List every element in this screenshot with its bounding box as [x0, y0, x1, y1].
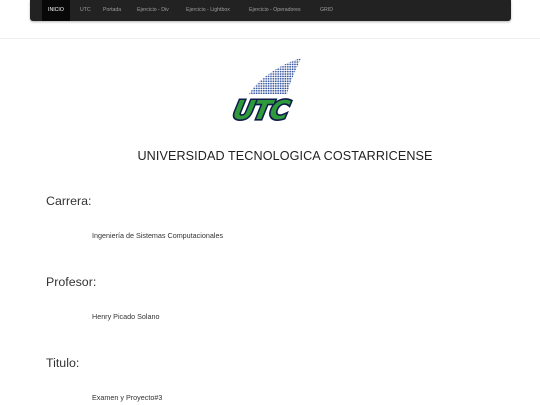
- nav-item-ejercicio-div[interactable]: Ejercicio - Div: [137, 0, 169, 21]
- nav-item-utc[interactable]: UTC: [80, 0, 91, 21]
- nav-item-inicio[interactable]: INICIO: [42, 0, 70, 21]
- carrera-value: Ingeniería de Sistemas Computacionales: [92, 231, 224, 240]
- top-navbar: INICIO UTC Portada Ejercicio - Div Ejerc…: [30, 0, 511, 21]
- nav-item-ejercicio-lightbox[interactable]: Ejercicio - Lightbox: [186, 0, 230, 21]
- nav-item-portada[interactable]: Portada: [103, 0, 121, 21]
- utc-logo-icon: UTC: [229, 58, 301, 126]
- nav-item-ejercicio-operadores[interactable]: Ejercicio - Operadores: [249, 0, 301, 21]
- header-divider: [0, 38, 540, 39]
- university-title: UNIVERSIDAD TECNOLOGICA COSTARRICENSE: [137, 149, 433, 163]
- profesor-value: Henry Picado Solano: [92, 312, 160, 321]
- titulo-value: Examen y Proyecto#3: [92, 393, 163, 402]
- carrera-label: Carrera:: [46, 194, 92, 208]
- svg-text:UTC: UTC: [230, 96, 293, 126]
- nav-item-grid[interactable]: GRID: [320, 0, 333, 21]
- profesor-label: Profesor:: [46, 275, 97, 289]
- titulo-label: Titulo:: [46, 356, 80, 370]
